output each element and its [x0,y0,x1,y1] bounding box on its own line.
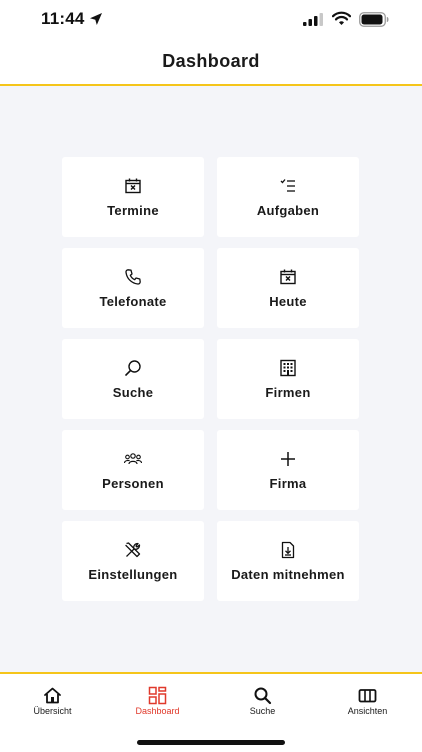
tile-label: Termine [107,203,159,218]
status-time: 11:44 [41,9,85,28]
calendar-x-icon [124,177,142,195]
tile-aufgaben[interactable]: Aufgaben [217,157,359,237]
tile-einstellungen[interactable]: Einstellungen [62,521,204,601]
tile-telefonate[interactable]: Telefonate [62,248,204,328]
tile-label: Suche [112,385,154,400]
tile-label: Personen [102,476,164,491]
phone-icon [124,268,142,286]
tile-label: Firmen [265,385,311,400]
home-indicator [137,740,285,745]
tile-label: Daten mitnehmen [231,567,345,582]
calendar-x-icon [279,268,297,286]
search-icon [124,359,142,377]
status-bar: 11:44 [0,0,422,40]
tile-label: Telefonate [99,294,167,309]
tile-termine[interactable]: Termine [62,157,204,237]
cellular-signal-icon [303,13,324,26]
tile-firmen[interactable]: Firmen [217,339,359,419]
tile-label: Firma [269,476,307,491]
battery-icon [359,12,389,27]
dashboard-grid: Termine Aufgaben Telefonate Heute Suche … [0,86,422,672]
columns-icon [358,686,377,705]
tile-daten-mitnehmen[interactable]: Daten mitnehmen [217,521,359,601]
download-document-icon [279,541,297,559]
checklist-icon [279,177,297,195]
plus-icon [279,450,297,468]
tab-label: Übersicht [33,706,72,716]
header: Dashboard [0,40,422,86]
tile-label: Aufgaben [256,203,320,218]
tile-label: Heute [269,294,307,309]
tab-ansichten[interactable]: Ansichten [315,674,420,724]
tab-suche[interactable]: Suche [210,674,315,724]
tile-personen[interactable]: Personen [62,430,204,510]
tab-uebersicht[interactable]: Übersicht [0,674,105,724]
tab-label: Suche [249,706,276,716]
tile-firma[interactable]: Firma [217,430,359,510]
tab-label: Ansichten [347,706,388,716]
people-icon [124,450,142,468]
building-icon [279,359,297,377]
tile-suche[interactable]: Suche [62,339,204,419]
tile-label: Einstellungen [88,567,178,582]
search-icon [253,686,272,705]
tab-label: Dashboard [135,706,180,716]
tab-dashboard[interactable]: Dashboard [105,674,210,724]
tools-icon [124,541,142,559]
dashboard-grid-icon [148,686,167,705]
page-title: Dashboard [162,51,260,71]
location-arrow-icon [89,12,103,26]
tile-heute[interactable]: Heute [217,248,359,328]
wifi-icon [331,11,352,26]
home-icon [43,686,62,705]
